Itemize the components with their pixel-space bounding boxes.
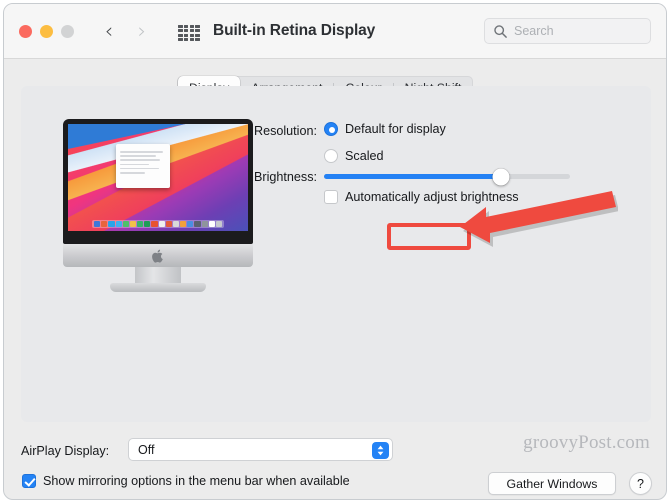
dock-app-icon — [208, 221, 215, 227]
imac-display-preview — [63, 119, 253, 294]
watermark: groovyPost.com — [523, 432, 650, 453]
radio-label: Default for display — [345, 122, 446, 136]
dock-app-icon — [151, 221, 158, 227]
radio-default-for-display[interactable]: Default for display — [324, 122, 446, 136]
window-titlebar: ‹ › Built-in Retina Display Search — [4, 4, 666, 59]
imac-foot — [110, 283, 206, 292]
dock-app-icon — [187, 221, 194, 227]
gather-windows-button[interactable]: Gather Windows — [488, 472, 616, 495]
imac-dock — [92, 220, 224, 228]
checkbox-indicator — [22, 474, 36, 488]
dock-app-icon — [158, 221, 165, 227]
dock-app-icon — [101, 221, 108, 227]
checkbox-indicator — [324, 190, 338, 204]
airplay-selected-value: Off — [138, 443, 155, 457]
dock-app-icon — [215, 221, 223, 227]
resolution-label: Resolution: — [253, 124, 317, 138]
search-icon — [494, 25, 507, 38]
radio-label: Scaled — [345, 149, 384, 163]
dock-app-icon — [201, 221, 208, 227]
imac-bezel — [63, 119, 253, 244]
dock-app-icon — [137, 221, 144, 227]
search-placeholder: Search — [514, 24, 554, 38]
dock-app-icon — [108, 221, 115, 227]
system-preferences-window: ‹ › Built-in Retina Display Search Displ… — [3, 3, 667, 500]
annotation-highlight-rectangle — [387, 223, 471, 250]
dock-app-icon — [115, 221, 122, 227]
minimize-button[interactable] — [40, 25, 53, 38]
radio-indicator — [324, 122, 338, 136]
dock-app-icon — [94, 221, 101, 227]
checkbox-label: Automatically adjust brightness — [345, 190, 519, 204]
checkbox-auto-adjust-brightness[interactable]: Automatically adjust brightness — [324, 190, 519, 204]
airplay-display-dropdown[interactable]: Off — [128, 438, 393, 461]
show-all-grid-icon[interactable] — [178, 25, 200, 41]
checkbox-label: Show mirroring options in the menu bar w… — [43, 474, 350, 488]
dock-app-icon — [172, 221, 180, 227]
brightness-slider[interactable] — [324, 168, 570, 185]
airplay-label: AirPlay Display: — [21, 444, 110, 458]
radio-scaled[interactable]: Scaled — [324, 149, 384, 163]
apple-logo-icon — [152, 249, 163, 263]
dock-app-icon — [180, 221, 187, 227]
dock-app-icon — [194, 221, 201, 227]
dock-app-icon — [144, 221, 151, 227]
chevron-up-down-icon[interactable] — [372, 441, 389, 459]
forward-chevron-icon[interactable]: › — [132, 21, 152, 43]
close-button[interactable] — [19, 25, 32, 38]
help-button[interactable]: ? — [629, 472, 652, 495]
search-input[interactable]: Search — [484, 18, 651, 44]
back-chevron-icon[interactable]: ‹ — [99, 21, 119, 43]
dock-app-icon — [165, 221, 172, 227]
dock-app-icon — [122, 221, 129, 227]
brightness-slider-knob[interactable] — [492, 168, 510, 185]
zoom-button[interactable] — [61, 25, 74, 38]
imac-sample-window — [116, 144, 170, 188]
brightness-label: Brightness: — [254, 170, 317, 184]
brightness-slider-fill — [324, 174, 502, 179]
radio-indicator — [324, 149, 338, 163]
checkbox-show-mirroring-options[interactable]: Show mirroring options in the menu bar w… — [22, 474, 350, 488]
dock-app-icon — [129, 221, 137, 227]
display-settings-panel: Resolution: Default for display Scaled B… — [21, 86, 651, 422]
page-title: Built-in Retina Display — [213, 22, 376, 39]
imac-screen — [68, 124, 248, 231]
